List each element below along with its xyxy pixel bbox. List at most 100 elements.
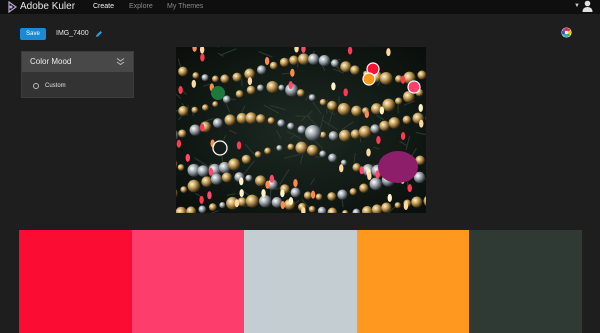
ornament-bead [295,141,308,154]
color-swatch-2[interactable] [131,230,245,333]
ornament-bead [245,194,259,208]
color-wheel-icon[interactable] [561,27,572,38]
string-light [280,201,285,210]
ornament-bead [201,176,213,188]
string-light [288,81,293,90]
app-brand[interactable]: Adobe Kuler [20,0,75,13]
string-light [418,103,423,112]
ornament-bead [178,129,187,138]
string-light [191,79,196,88]
string-light [366,148,371,157]
ornament-bead [178,66,188,77]
ornament-bead [177,164,185,171]
ornament-bead [269,61,278,70]
ornament-bead [267,117,275,125]
color-swatches [19,230,582,333]
ornament-bead [330,59,339,68]
photo-canvas [176,47,426,213]
ornament-bead [289,55,299,65]
save-button[interactable]: Save [20,28,46,40]
ornament-bead [306,144,319,157]
string-light [185,153,190,162]
ornament-bead [319,150,327,158]
string-light [261,189,266,198]
ornament-bead [258,195,272,208]
string-light [359,166,364,175]
ornament-bead [235,90,244,98]
ornament-bead [379,120,390,132]
ornament-bead [327,192,337,201]
ornament-bead [219,202,226,209]
nav-explore[interactable]: Explore [129,1,153,12]
string-light [339,164,344,173]
ornament-bead [220,74,230,84]
ornament-bead [178,105,189,117]
theme-name[interactable]: IMG_7400 [56,29,89,39]
ornament-bead [290,187,301,198]
pencil-icon[interactable] [95,30,103,38]
nav-create[interactable]: Create [93,1,114,12]
nav-my-themes[interactable]: My Themes [167,1,203,12]
string-light [208,167,214,176]
string-light [379,106,385,115]
kuler-logo-icon[interactable] [7,1,18,13]
ornament-bead [350,65,360,75]
ornament-bead [351,105,362,117]
ornament-bead [212,75,219,83]
string-light [199,195,204,204]
mood-option-custom[interactable]: Custom [22,76,133,96]
ornament-bead [318,55,331,67]
ornament-bead [276,145,283,152]
top-bar: Adobe Kuler Create Explore My Themes ▼ [0,0,600,14]
ornament-bead [245,174,253,182]
string-light [331,82,336,91]
ornament-bead [256,114,266,124]
string-light [364,110,369,119]
string-light [293,179,298,188]
ornament-bead [337,102,351,116]
ornament-bead [255,175,266,187]
string-light [367,172,372,181]
ornament-bead [228,158,241,171]
ornament-bead [308,205,316,213]
green-ornament [211,86,225,100]
ornament-bead [202,104,209,111]
ornament-bead [192,72,200,79]
ornament-bead [287,122,295,130]
radio-button[interactable] [33,83,39,89]
ornament-bead [246,85,256,95]
ornament-bead [287,143,295,151]
string-light [403,201,409,210]
string-light [269,174,275,183]
ornament-bead [189,124,201,136]
mood-option-label: Custom [45,83,66,89]
string-light [290,68,295,77]
chevron-down-icon[interactable] [116,57,125,66]
ornament-bead [180,186,188,193]
color-swatch-4[interactable] [356,230,470,333]
string-light [234,199,240,208]
string-light [236,141,242,150]
ornament-bead [308,53,320,65]
string-light [400,75,406,84]
color-swatch-5[interactable] [469,230,582,333]
ornament-bead [256,65,267,75]
ornament-bead [337,189,348,200]
ornament-bead [266,80,279,94]
string-light [376,136,381,145]
source-photo[interactable] [176,47,426,213]
color-swatch-1[interactable] [19,230,132,333]
ornament-bead [328,131,339,141]
ornament-bead [411,196,423,208]
string-light [176,139,182,148]
ornament-bead [349,188,357,196]
ornament-bead [191,106,199,114]
color-mood-dropdown[interactable]: Color Mood [22,52,133,72]
user-icon[interactable] [582,0,593,12]
ornament-bead [382,98,396,112]
ornament-bead [381,202,392,213]
string-light [200,123,205,132]
ornament-bead [208,203,217,212]
color-swatch-3[interactable] [244,230,357,333]
caret-down-icon[interactable]: ▼ [574,2,580,10]
